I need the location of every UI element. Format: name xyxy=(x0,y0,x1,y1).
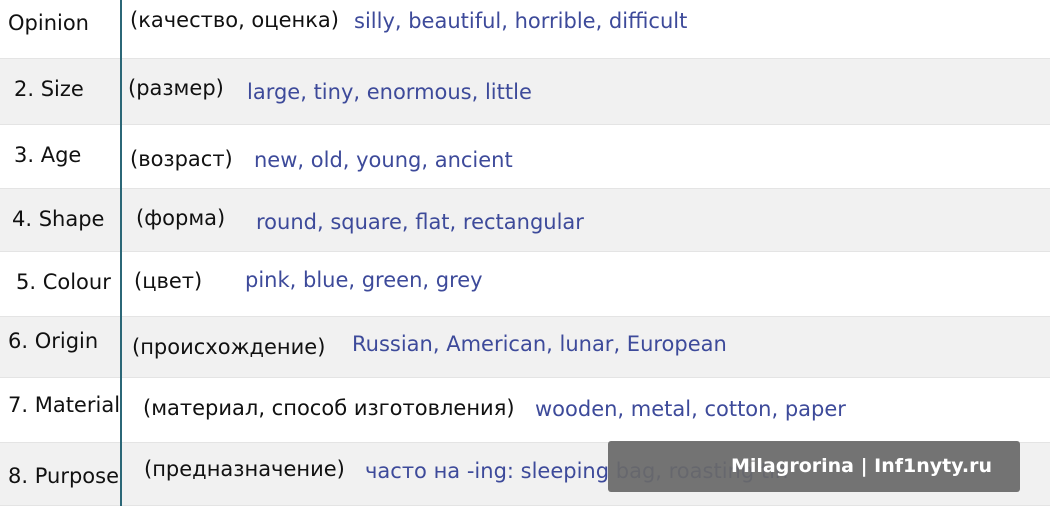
category-label: 6. Origin xyxy=(8,329,99,353)
category-examples: round, square, flat, rectangular xyxy=(256,210,584,234)
table-row: 5. Colour (цвет) pink, blue, green, grey xyxy=(0,252,1050,317)
category-label: 5. Colour xyxy=(16,270,111,294)
category-examples: new, old, young, ancient xyxy=(254,148,513,172)
category-examples: large, tiny, enormous, little xyxy=(247,80,532,104)
table-row: 2. Size (размер) large, tiny, enormous, … xyxy=(0,59,1050,125)
category-examples: wooden, metal, cotton, paper xyxy=(535,397,846,421)
category-translation: (возраст) xyxy=(130,147,233,171)
table-row: Opinion (качество, оценка) silly, beauti… xyxy=(0,0,1050,59)
column-divider xyxy=(120,0,122,506)
category-label: Opinion xyxy=(8,11,89,35)
category-label: 7. Material xyxy=(8,393,121,417)
watermark: Milagrorina | Inf1nyty.ru xyxy=(608,441,1020,492)
category-examples: pink, blue, green, grey xyxy=(245,268,483,292)
category-label: 3. Age xyxy=(14,143,82,167)
category-translation: (предназначение) xyxy=(144,457,345,481)
watermark-text: Milagrorina | Inf1nyty.ru xyxy=(730,455,992,477)
category-translation: (цвет) xyxy=(134,269,203,293)
table-row: 3. Age (возраст) new, old, young, ancien… xyxy=(0,125,1050,189)
table-row: 7. Material (материал, способ изготовлен… xyxy=(0,378,1050,443)
category-translation: (размер) xyxy=(128,76,224,100)
table-row: 6. Origin (происхождение) Russian, Ameri… xyxy=(0,317,1050,378)
category-translation: (происхождение) xyxy=(132,335,326,359)
category-translation: (материал, способ изготовления) xyxy=(143,396,515,420)
category-label: 8. Purpose xyxy=(8,464,119,488)
category-examples: silly, beautiful, horrible, difficult xyxy=(354,9,688,33)
category-label: 4. Shape xyxy=(12,207,105,231)
category-label: 2. Size xyxy=(14,77,84,101)
category-translation: (форма) xyxy=(136,206,226,230)
table-row: 4. Shape (форма) round, square, flat, re… xyxy=(0,189,1050,252)
category-examples: Russian, American, lunar, European xyxy=(352,332,727,356)
category-translation: (качество, оценка) xyxy=(130,8,339,32)
